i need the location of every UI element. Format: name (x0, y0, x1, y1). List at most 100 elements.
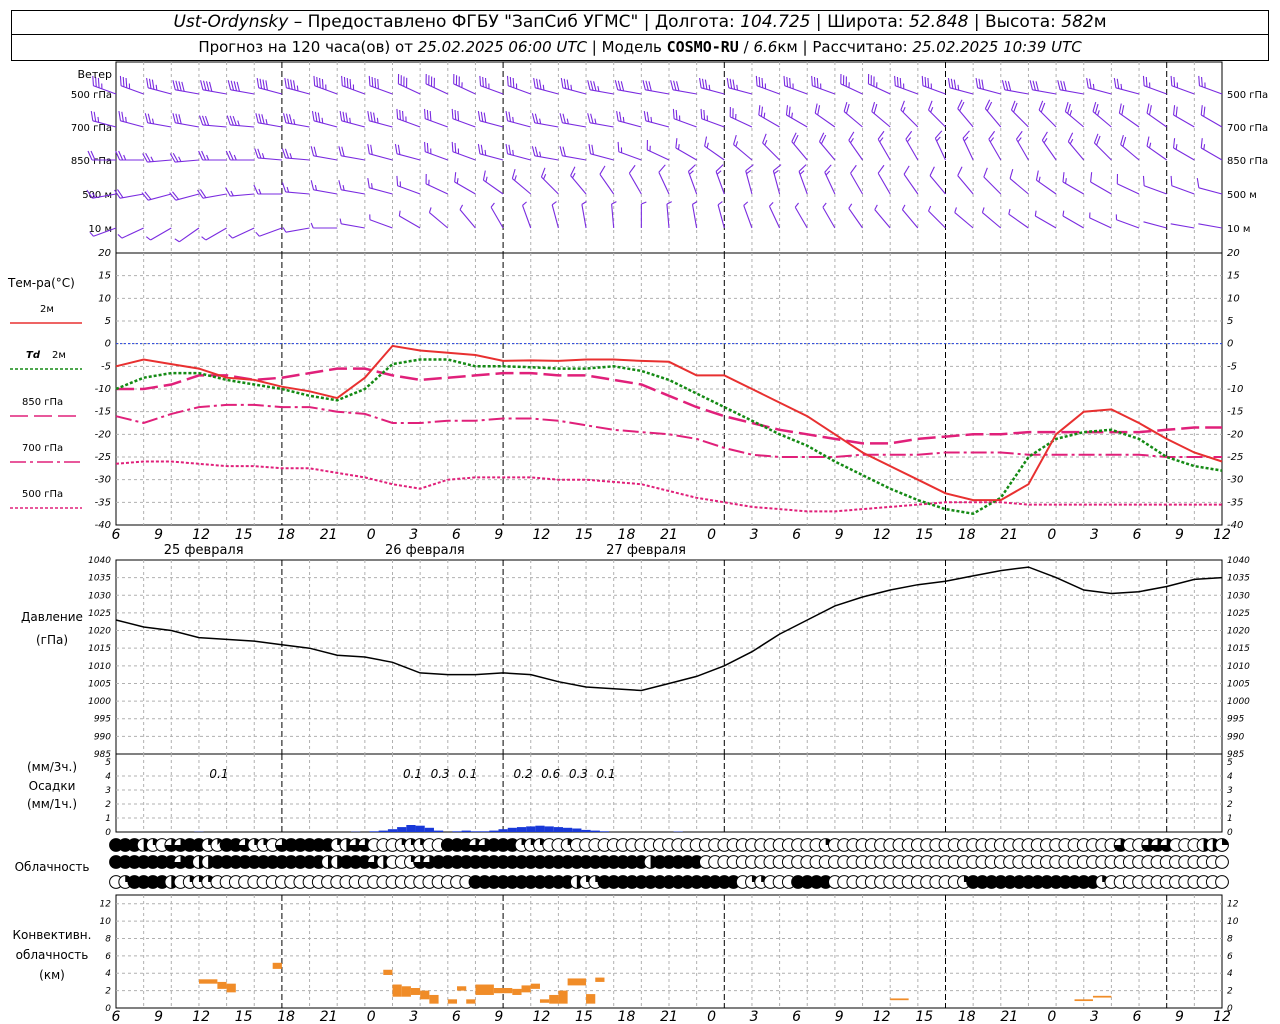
wind-barb-half (145, 236, 151, 241)
wind-barb-staff (791, 141, 808, 161)
precip-bar (498, 829, 508, 832)
wind-barb (1146, 136, 1168, 161)
wind-barb (1093, 133, 1112, 161)
wind-barb-staff (175, 89, 200, 95)
temperature-ytick-right: -10 (1227, 384, 1243, 395)
wind-barb (368, 75, 393, 95)
wind-barb-staff (397, 118, 421, 128)
wind-barb-staff (784, 85, 808, 95)
wind-barb-staff (877, 172, 891, 195)
wind-barb (643, 110, 670, 128)
precip-ytick-left: 2 (105, 800, 111, 810)
wind-barb-staff (1004, 89, 1029, 95)
precip-bar (387, 829, 398, 832)
time-axis-day-label: 27 февраля (606, 543, 686, 558)
time-axis-tick-bottom: 21 (320, 1009, 338, 1024)
precip-amount-label: 0.3 (569, 767, 588, 781)
wind-barb (367, 143, 393, 161)
convective-title-line2: облачность (16, 948, 89, 962)
convective-bar (1074, 999, 1093, 1002)
wind-barb (198, 150, 227, 161)
pressure-unit: (гПа) (36, 633, 68, 647)
cloud-symbol (1215, 838, 1229, 852)
wind-barb (425, 73, 449, 95)
wind-barb (310, 222, 338, 229)
wind-barb-staff (369, 187, 393, 195)
wind-barb (1116, 173, 1140, 195)
wind-barb (704, 136, 725, 161)
wind-barb (200, 80, 227, 95)
wind-barb (1142, 175, 1167, 195)
wind-barb-half (822, 202, 827, 208)
wind-barb-staff (1198, 187, 1223, 195)
wind-barb-half (117, 234, 123, 239)
wind-barb-staff (645, 120, 670, 128)
convective-ytick-left: 10 (100, 917, 112, 927)
wind-barb (687, 164, 698, 195)
wind-barb (768, 201, 781, 229)
time-axis-tick-bottom: 21 (660, 1009, 678, 1024)
wind-barb-staff (454, 181, 476, 195)
wind-barb-staff (1120, 144, 1140, 161)
temperature-ytick-left: 15 (98, 271, 111, 282)
precip-bar (590, 830, 600, 832)
convective-ytick-right: 10 (1227, 917, 1239, 927)
wind-barb (850, 164, 864, 195)
time-axis-tick: 21 (1000, 527, 1018, 543)
convective-bar (1092, 995, 1112, 998)
convective-ytick-left: 8 (105, 934, 111, 944)
wind-barb-staff (848, 208, 864, 229)
wind-barb-staff (618, 151, 642, 161)
pressure-ytick-left: 1040 (88, 556, 111, 566)
wind-barb (369, 214, 393, 229)
wind-barb-flag (745, 164, 754, 172)
convective-bar (429, 994, 439, 1004)
time-axis-tick: 9 (494, 527, 503, 543)
precip-ytick-right: 2 (1227, 800, 1233, 810)
wind-barb (903, 165, 919, 195)
wind-barb-staff (824, 172, 836, 195)
wind-barb-staff (534, 122, 559, 128)
wind-barb-flag (199, 189, 207, 198)
wind-barb-staff (983, 176, 1002, 195)
wind-barb (531, 146, 559, 161)
wind-barb-staff (772, 170, 781, 195)
time-axis-tick: 6 (452, 527, 461, 543)
convective-bar (595, 977, 605, 982)
time-axis-tick: 6 (1132, 527, 1141, 543)
time-axis-tick-bottom: 6 (792, 1009, 801, 1024)
wind-barb-staff (1143, 185, 1167, 195)
wind-barb (511, 168, 532, 195)
time-axis-day-label: 25 февраля (164, 543, 244, 558)
wind-barb-staff (675, 147, 697, 161)
wind-barb-staff (982, 212, 1002, 229)
wind-barb (283, 113, 310, 128)
wind-barb-staff (398, 83, 421, 95)
wind-barb-half (794, 202, 800, 208)
wind-barb-half (928, 205, 932, 212)
wind-barb-staff (1062, 215, 1085, 229)
convective-bar (457, 986, 467, 991)
precip-bar (369, 831, 379, 832)
wind-barb (560, 77, 587, 95)
time-axis-tick: 3 (409, 527, 418, 543)
temperature-title: Тем-ра(°C) (7, 276, 75, 290)
wind-barb (921, 75, 946, 95)
wind-barb (1143, 221, 1167, 229)
wind-barb-half (289, 153, 293, 159)
wind-barb (984, 99, 1002, 128)
wind-barb-staff (174, 159, 199, 163)
wind-barb (772, 164, 782, 195)
wind-barb-staff (850, 172, 864, 195)
wind-barb (145, 227, 172, 241)
wind-barb-staff (786, 114, 808, 128)
convective-ytick-left: 2 (105, 987, 111, 997)
wind-barb-staff (581, 204, 587, 229)
wind-barb-staff (341, 189, 365, 195)
convective-bar (549, 994, 559, 1004)
temperature-legend-label: 850 гПа (22, 397, 63, 408)
wind-barb-flag (1035, 170, 1039, 181)
wind-barb-staff (507, 153, 531, 161)
wind-barb (988, 130, 1002, 161)
wind-barb-half (230, 190, 234, 197)
